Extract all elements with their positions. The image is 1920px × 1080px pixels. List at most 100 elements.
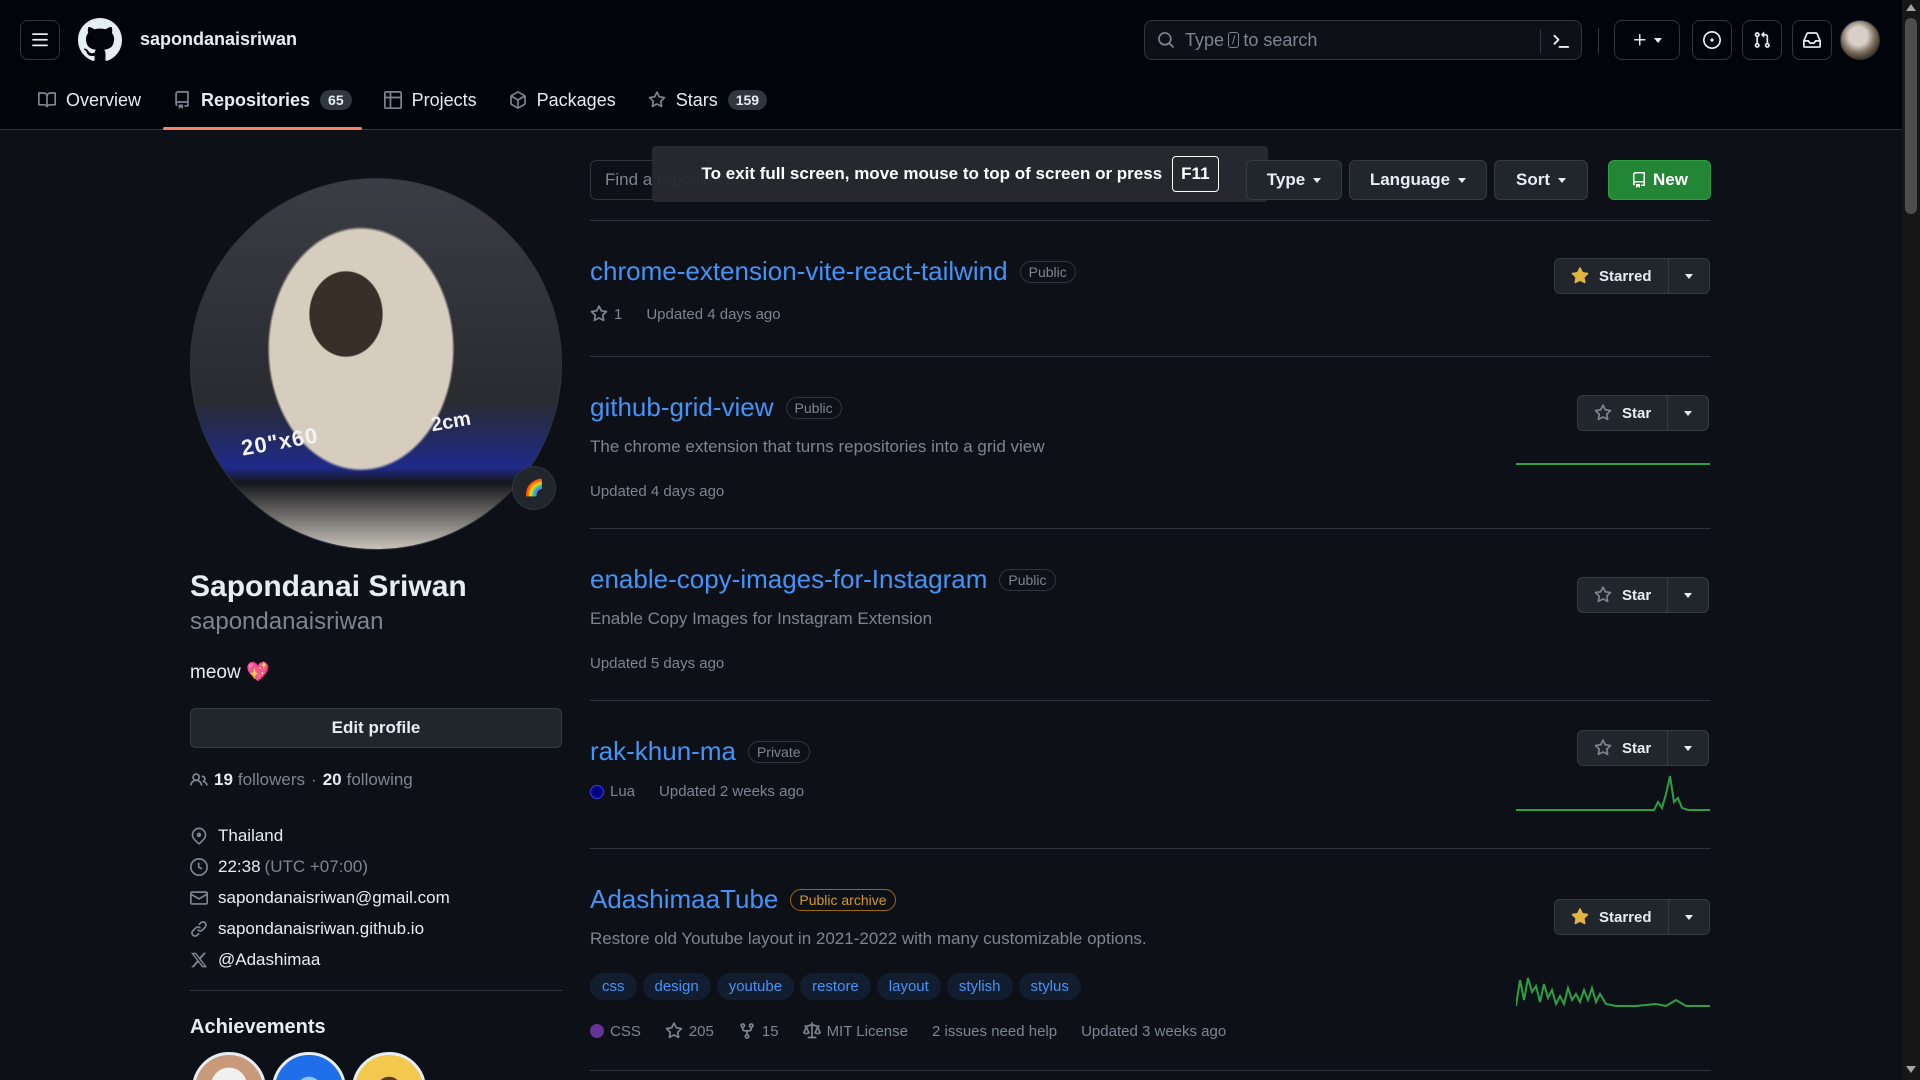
star-button-label: Starred — [1599, 908, 1652, 926]
user-avatar[interactable] — [1840, 20, 1880, 60]
topic-tag[interactable]: stylish — [946, 973, 1013, 1000]
package-icon — [509, 91, 526, 109]
issues-button[interactable] — [1692, 20, 1732, 60]
star-list-dropdown[interactable] — [1669, 259, 1709, 293]
search-input[interactable]: Type / to search — [1144, 20, 1582, 60]
star-button[interactable]: Star — [1578, 731, 1669, 765]
star-list-dropdown[interactable] — [1668, 578, 1708, 612]
topic-tag[interactable]: stylus — [1018, 973, 1081, 1000]
website-link[interactable]: sapondanaisriwan.github.io — [218, 919, 424, 939]
achievement-badge-2[interactable] — [272, 1052, 346, 1080]
plus-icon — [1634, 34, 1646, 46]
visibility-label: Public — [785, 396, 842, 419]
repo-name-link[interactable]: chrome-extension-vite-react-tailwind — [590, 256, 1008, 287]
owner-name[interactable]: sapondanaisriwan — [140, 29, 297, 50]
achievement-badge-1[interactable] — [192, 1052, 266, 1080]
repo-updated: Updated 4 days ago — [590, 483, 725, 500]
avatar-photo-text: 20"x60 — [239, 422, 321, 461]
starred-button[interactable]: Starred — [1555, 900, 1669, 934]
location-icon — [191, 827, 207, 845]
profile-full-name: Sapondanai Sriwan — [190, 570, 467, 603]
star-list-dropdown[interactable] — [1668, 731, 1708, 765]
scrollbar-thumb[interactable] — [1905, 18, 1917, 214]
issue-icon — [1703, 31, 1721, 49]
help-wanted-issues-link[interactable]: 2 issues need help — [932, 1023, 1057, 1040]
menu-button[interactable] — [20, 20, 60, 60]
local-time-row: 22:38 (UTC +07:00) — [190, 851, 450, 882]
chevron-down-icon — [1684, 273, 1693, 279]
sort-button[interactable]: Sort — [1494, 160, 1588, 200]
github-logo-icon[interactable] — [78, 18, 122, 62]
star-list-dropdown[interactable] — [1669, 900, 1709, 934]
repo-license: MIT License — [802, 1022, 908, 1040]
twitter-link[interactable]: @Adashimaa — [218, 950, 320, 970]
pull-requests-button[interactable] — [1742, 20, 1782, 60]
star-button[interactable]: Star — [1578, 578, 1669, 612]
status-emoji-button[interactable]: 🌈 — [512, 466, 556, 510]
edit-profile-button[interactable]: Edit profile — [190, 708, 562, 748]
fork-icon — [740, 1023, 754, 1039]
search-suffix: to search — [1243, 29, 1318, 50]
star-icon — [1594, 739, 1612, 756]
topic-tag[interactable]: css — [590, 973, 637, 1000]
topic-tag[interactable]: restore — [800, 973, 871, 1000]
repo-title-row: chrome-extension-vite-react-tailwind Pub… — [590, 256, 1711, 287]
repo-name-link[interactable]: AdashimaaTube — [590, 884, 778, 915]
command-palette-icon[interactable] — [1551, 31, 1571, 51]
tab-overview[interactable]: Overview — [28, 82, 151, 118]
followers-link[interactable]: 19 followers — [214, 770, 305, 790]
create-new-button[interactable] — [1614, 20, 1680, 60]
repo-updated: Updated 2 weeks ago — [659, 783, 805, 800]
repo-name-link[interactable]: rak-khun-ma — [590, 736, 736, 767]
tab-stars[interactable]: Stars 159 — [638, 82, 777, 118]
follow-separator: · — [311, 770, 317, 789]
repo-description: Enable Copy Images for Instagram Extensi… — [590, 609, 933, 628]
tab-stars-label: Stars — [675, 89, 718, 110]
language-filter-label: Language — [1369, 170, 1451, 189]
profile-avatar[interactable]: 20"x60 2cm — [190, 178, 562, 550]
tab-projects[interactable]: Projects — [374, 82, 487, 118]
scroll-down-arrow-icon[interactable] — [1906, 1066, 1916, 1073]
people-icon — [190, 773, 208, 786]
topic-tag[interactable]: design — [642, 973, 711, 1000]
list-divider — [590, 700, 1711, 701]
repo-description: Restore old Youtube layout in 2021-2022 … — [590, 929, 1147, 948]
clock-icon — [190, 857, 208, 876]
repo-stars-link[interactable]: 205 — [665, 1022, 714, 1040]
starred-button[interactable]: Starred — [1555, 259, 1669, 293]
repo-name-link[interactable]: enable-copy-images-for-Instagram — [590, 564, 987, 595]
tab-packages-label: Packages — [536, 89, 616, 110]
chevron-down-icon — [1313, 177, 1322, 183]
star-button-group: Star — [1577, 395, 1710, 431]
search-divider — [1540, 29, 1541, 53]
new-repository-button[interactable]: New — [1608, 160, 1711, 200]
repo-updated: Updated 3 weeks ago — [1081, 1022, 1227, 1040]
language-filter-button[interactable]: Language — [1349, 160, 1487, 200]
achievement-badge-3[interactable] — [352, 1052, 426, 1080]
repo-stars-link[interactable]: 1 — [590, 305, 622, 323]
repo-stars-count: 205 — [688, 1022, 714, 1040]
visibility-label: Public archive — [790, 888, 896, 911]
follow-stats: 19 followers · 20 following — [190, 770, 413, 790]
repo-title-row: enable-copy-images-for-Instagram Public — [590, 564, 1711, 595]
location-row: Thailand — [190, 820, 450, 851]
visibility-label: Private — [747, 740, 810, 763]
repo-forks-link[interactable]: 15 — [738, 1022, 779, 1040]
list-divider — [590, 220, 1711, 221]
following-link[interactable]: 20 following — [323, 770, 413, 790]
activity-sparkline — [1516, 775, 1710, 811]
star-icon — [1594, 404, 1612, 421]
email-link[interactable]: sapondanaisriwan@gmail.com — [218, 888, 450, 908]
type-filter-button[interactable]: Type — [1246, 160, 1342, 200]
tab-repositories[interactable]: Repositories 65 — [163, 82, 362, 130]
topic-tag[interactable]: youtube — [716, 973, 795, 1000]
star-list-dropdown[interactable] — [1668, 396, 1708, 430]
tab-packages[interactable]: Packages — [499, 82, 626, 118]
topic-tag[interactable]: layout — [876, 973, 941, 1000]
inbox-button[interactable] — [1792, 20, 1832, 60]
chevron-down-icon — [1558, 177, 1566, 183]
repo-title-row: AdashimaaTube Public archive — [590, 884, 1711, 915]
star-button[interactable]: Star — [1578, 396, 1669, 430]
scroll-up-arrow-icon[interactable] — [1906, 4, 1916, 11]
repo-name-link[interactable]: github-grid-view — [590, 392, 774, 423]
